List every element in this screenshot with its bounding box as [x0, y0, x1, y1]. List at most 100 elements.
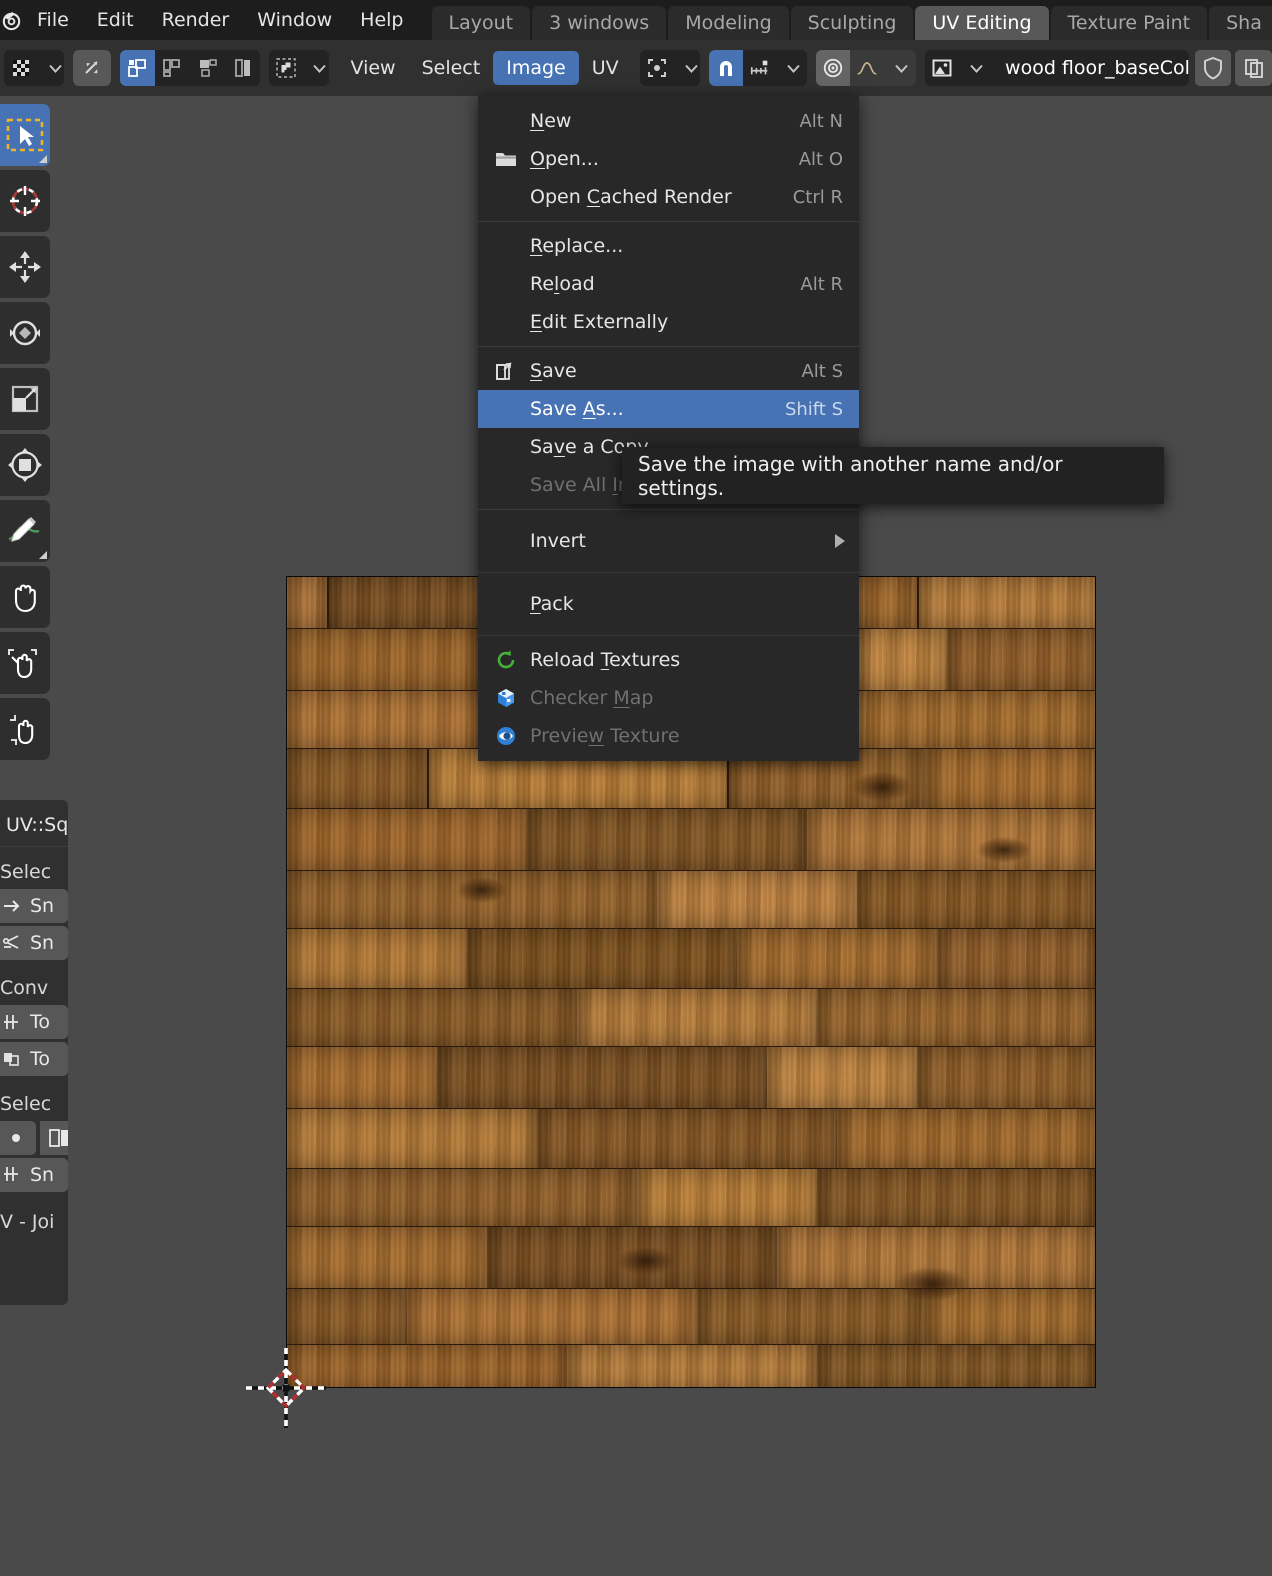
workspace-tab-uv-editing[interactable]: UV Editing — [915, 6, 1049, 40]
menu-item-open-cached-render-shortcut: Ctrl R — [792, 186, 843, 208]
uv-editor-icon[interactable] — [4, 50, 38, 86]
preview-texture-icon — [495, 725, 517, 747]
image-datablock-group: wood floor_baseColo.. — [925, 50, 1189, 86]
tool-expand-corner-icon — [39, 551, 47, 559]
side-panel-split-toggle[interactable] — [40, 1121, 68, 1155]
side-panel-to-button-2[interactable]: To — [0, 1042, 68, 1076]
menu-item-checker-map: Checker Map — [478, 679, 859, 717]
menu-item-edit-externally[interactable]: Edit Externally — [478, 303, 859, 341]
menu-item-new[interactable]: New Alt N — [478, 102, 859, 140]
workspace-tab-texture-paint[interactable]: Texture Paint — [1050, 6, 1208, 40]
tool-grab-hand[interactable] — [0, 566, 50, 628]
tool-expand-hand[interactable] — [0, 698, 50, 760]
duplicate-icon[interactable] — [1235, 50, 1272, 86]
menu-item-save-as[interactable]: Save As... Shift S — [478, 390, 859, 428]
side-panel-snap-button-2[interactable]: Sn — [0, 926, 68, 960]
side-panel-to-label-2: To — [30, 1048, 51, 1070]
menu-edit[interactable]: Edit — [83, 0, 148, 40]
proportional-editing-group — [816, 50, 917, 86]
tool-rotate[interactable] — [0, 302, 50, 364]
side-panel-section-convert: Conv — [0, 977, 49, 999]
shield-icon[interactable] — [1194, 50, 1232, 86]
menu-item-save[interactable]: Save Alt S — [478, 352, 859, 390]
uv-sync-selection-icon[interactable] — [72, 50, 111, 86]
menu-help[interactable]: Help — [346, 0, 417, 40]
menu-divider — [478, 509, 859, 510]
menu-item-pack[interactable]: Pack — [478, 578, 859, 630]
uv-tool-side-panel: UV::Sq Selec Sn Sn Conv To To Selec Sn V… — [0, 800, 68, 1305]
workspace-tab-3-windows[interactable]: 3 windows — [532, 6, 667, 40]
editor-type-chevron-down-icon[interactable] — [38, 50, 64, 86]
uv-vertex-select-icon[interactable] — [119, 50, 155, 86]
snap-to-increment-icon[interactable] — [742, 50, 777, 86]
menu-file[interactable]: File — [23, 0, 83, 40]
to-face-icon — [4, 1053, 19, 1066]
save-icon — [495, 360, 517, 382]
side-panel-dot-toggle[interactable] — [0, 1121, 36, 1155]
side-panel-section-select: Selec — [0, 861, 52, 883]
workspace-tab-shading[interactable]: Sha — [1209, 6, 1272, 40]
side-panel-snap-label-1: Sn — [30, 895, 55, 917]
menu-item-replace[interactable]: Replace... — [478, 227, 859, 265]
sticky-selection-group — [268, 50, 329, 86]
uv-face-select-icon[interactable] — [189, 50, 226, 86]
side-panel-to-button-1[interactable]: To — [0, 1005, 68, 1039]
pivot-chevron-down-icon[interactable] — [674, 50, 701, 86]
tool-scale[interactable] — [0, 368, 50, 430]
menu-item-reload[interactable]: Reload Alt R — [478, 265, 859, 303]
menu-item-reload-shortcut: Alt R — [800, 273, 843, 295]
workspace-tab-sculpting[interactable]: Sculpting — [790, 6, 914, 40]
menu-item-open[interactable]: Open... Alt O — [478, 140, 859, 178]
sticky-selection-icon[interactable] — [268, 50, 303, 86]
tool-cursor[interactable] — [0, 170, 50, 232]
proportional-editing-icon[interactable] — [816, 50, 851, 86]
tooltip: Save the image with another name and/or … — [622, 447, 1164, 504]
uv-select-mode-group — [119, 50, 261, 86]
menu-item-open-cached-render[interactable]: Open Cached Render Ctrl R — [478, 178, 859, 216]
left-toolbar — [0, 104, 52, 760]
workspace-tab-modeling[interactable]: Modeling — [668, 6, 789, 40]
menu-item-reload-textures[interactable]: Reload Textures — [478, 641, 859, 679]
header-menu-view[interactable]: View — [338, 51, 409, 85]
image-datablock-icon[interactable] — [925, 50, 960, 86]
reload-textures-icon — [495, 649, 517, 671]
menu-divider — [478, 635, 859, 636]
snapping-group — [708, 50, 808, 86]
submenu-arrow-icon — [835, 534, 845, 548]
snap-chevron-down-icon[interactable] — [776, 50, 808, 86]
menu-render[interactable]: Render — [148, 0, 244, 40]
tool-transform[interactable] — [0, 434, 50, 496]
menu-window[interactable]: Window — [243, 0, 346, 40]
image-dropdown-menu: New Alt N Open... Alt O Open Cached Rend… — [478, 96, 859, 761]
blender-logo-icon[interactable] — [0, 0, 23, 40]
snap-cross-icon — [2, 935, 19, 949]
workspace-tabs: Layout 3 windows Modeling Sculpting UV E… — [431, 0, 1272, 40]
tool-annotate[interactable] — [0, 500, 50, 562]
menu-item-invert[interactable]: Invert — [478, 515, 859, 567]
header-menu-image[interactable]: Image — [493, 51, 579, 85]
menu-item-new-label-rest: ew — [544, 110, 572, 132]
sticky-chevron-down-icon[interactable] — [302, 50, 329, 86]
menu-item-new-shortcut: Alt N — [799, 110, 843, 132]
workspace-tab-layout[interactable]: Layout — [431, 6, 531, 40]
image-name-field[interactable]: wood floor_baseColo.. — [993, 50, 1189, 86]
tool-expand-corner-icon — [39, 155, 47, 163]
menu-item-save-as-shortcut: Shift S — [784, 398, 843, 420]
uv-island-select-icon[interactable] — [225, 50, 261, 86]
uv-edge-select-icon[interactable] — [154, 50, 190, 86]
tool-move[interactable] — [0, 236, 50, 298]
snap-magnet-icon[interactable] — [708, 50, 743, 86]
tool-tweak-select-box[interactable] — [0, 104, 50, 166]
side-panel-snap-button-3[interactable]: Sn — [0, 1158, 68, 1192]
header-menu-select[interactable]: Select — [409, 51, 494, 85]
falloff-curve-icon[interactable] — [850, 50, 885, 86]
side-panel-snap-button-1[interactable]: Sn — [0, 889, 68, 923]
falloff-chevron-down-icon[interactable] — [884, 50, 917, 86]
editor-type-group — [4, 50, 64, 86]
image-browse-chevron-down-icon[interactable] — [959, 50, 994, 86]
header-menu-uv[interactable]: UV — [579, 51, 632, 85]
side-panel-footer-label: V - Joi — [0, 1211, 55, 1233]
tool-pinch-hand[interactable] — [0, 632, 50, 694]
side-panel-section-select-2: Selec — [0, 1093, 52, 1115]
pivot-point-icon[interactable] — [640, 50, 675, 86]
